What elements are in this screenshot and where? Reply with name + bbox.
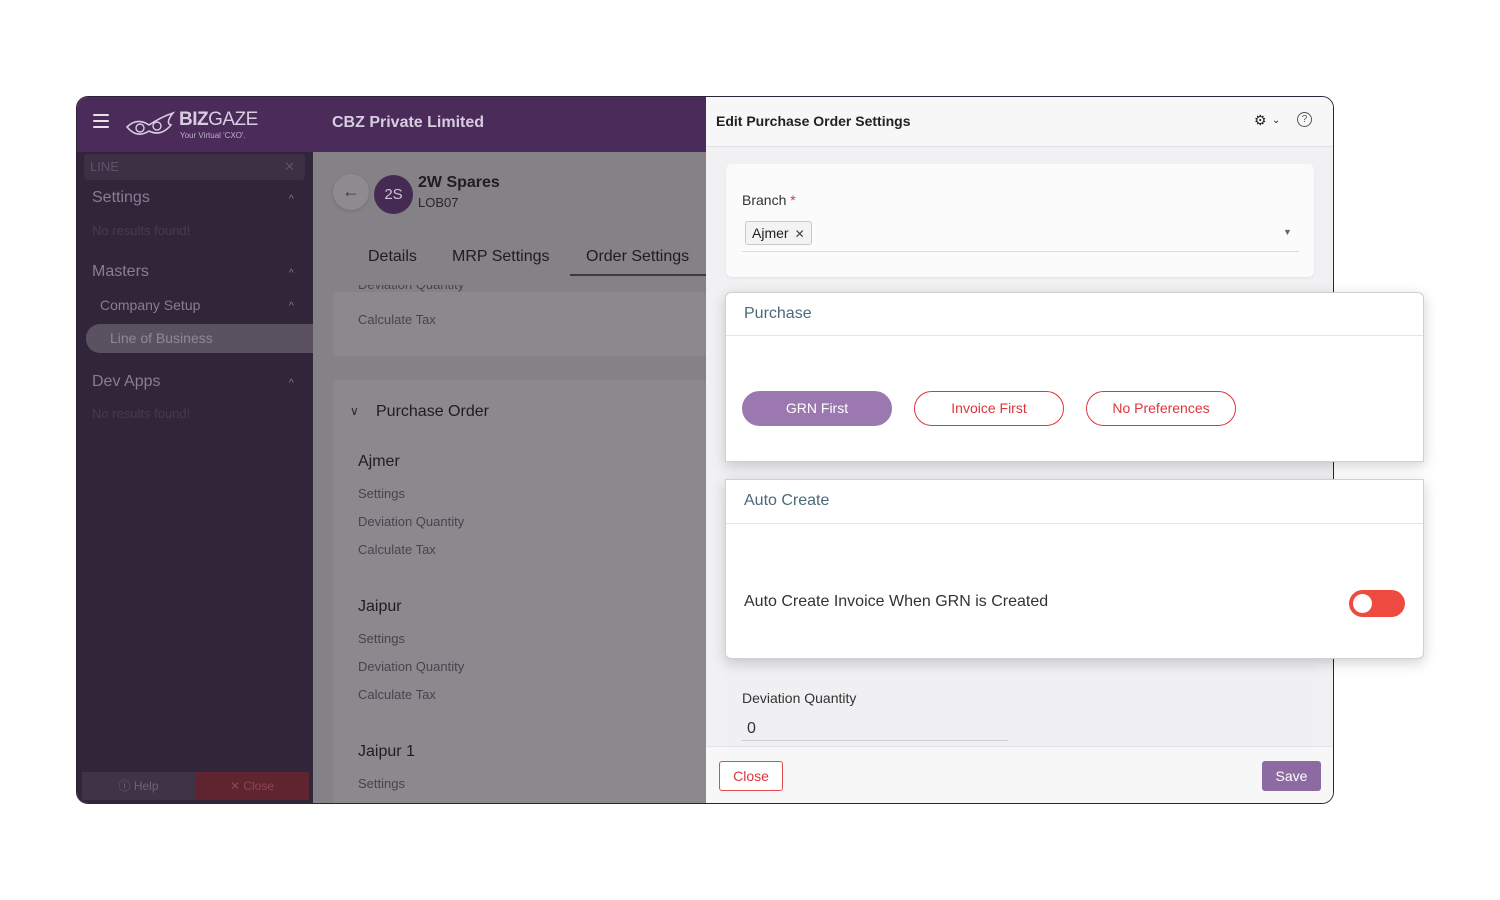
logo-tagline: Your Virtual 'CXO'.: [180, 131, 246, 140]
sidebar-search-input[interactable]: LINE ✕: [84, 154, 305, 180]
avatar: 2S: [374, 175, 413, 214]
panel-header: Edit Purchase Order Settings ⚙ ⌄ ?: [706, 97, 1333, 147]
help-icon[interactable]: ?: [1297, 112, 1312, 127]
tab-order-settings[interactable]: Order Settings: [586, 248, 689, 266]
chevron-up-icon[interactable]: ^: [289, 301, 294, 312]
clear-search-icon[interactable]: ✕: [284, 159, 295, 175]
branch-label: Branch *: [742, 192, 796, 208]
hamburger-icon[interactable]: [93, 114, 109, 128]
divider: [726, 523, 1423, 524]
branch-name: Jaipur 1: [358, 743, 415, 760]
panel-title: Edit Purchase Order Settings: [716, 113, 911, 129]
dropdown-caret-icon[interactable]: ▼: [1283, 227, 1292, 237]
deviation-quantity-label: Deviation Quantity: [742, 690, 857, 706]
active-tab-indicator: [570, 274, 706, 276]
app-header: BIZGAZE Your Virtual 'CXO'. CBZ Private …: [77, 97, 706, 152]
sidebar-item-line-of-business[interactable]: Line of Business: [86, 324, 313, 353]
no-preferences-button[interactable]: No Preferences: [1086, 391, 1236, 426]
sidebar-section-dev-apps[interactable]: Dev Apps: [92, 373, 160, 391]
auto-create-title: Auto Create: [744, 492, 830, 509]
remove-chip-icon[interactable]: ✕: [795, 227, 805, 241]
field-underline: [742, 740, 1008, 741]
sidebar-section-settings[interactable]: Settings: [92, 189, 150, 207]
sidebar: LINE ✕ Settings ^ No results found! Mast…: [77, 152, 313, 803]
entity-name: 2W Spares: [418, 174, 500, 191]
close-button[interactable]: ✕ Close: [195, 772, 309, 800]
list-item: Deviation Quantity: [358, 659, 465, 674]
invoice-first-button[interactable]: Invoice First: [914, 391, 1064, 426]
section-title[interactable]: Purchase Order: [376, 403, 489, 421]
list-item: Settings: [358, 486, 405, 501]
sidebar-item-label: Line of Business: [110, 330, 213, 346]
toggle-knob: [1353, 594, 1372, 613]
branch-name: Ajmer: [358, 453, 400, 470]
deviation-quantity-section: Deviation Quantity 0: [726, 652, 1314, 747]
deviation-quantity-input[interactable]: 0: [747, 720, 756, 738]
tab-mrp-settings[interactable]: MRP Settings: [452, 248, 550, 266]
settings-card: Deviation Quantity Calculate Tax: [333, 285, 706, 356]
sidebar-section-masters[interactable]: Masters: [92, 263, 149, 281]
auto-create-invoice-label: Auto Create Invoice When GRN is Created: [744, 593, 1049, 610]
chevron-down-icon[interactable]: ⌄: [1272, 115, 1280, 126]
list-item: Calculate Tax: [358, 687, 436, 702]
divider: [726, 335, 1423, 336]
purchase-title: Purchase: [744, 305, 812, 322]
branch-card: Branch * Ajmer ✕ ▼: [726, 164, 1314, 277]
sidebar-empty-message: No results found!: [92, 223, 191, 238]
sidebar-empty-message: No results found!: [92, 406, 191, 421]
tab-details[interactable]: Details: [368, 248, 417, 266]
auto-create-popup: Auto Create Auto Create Invoice When GRN…: [725, 479, 1424, 659]
chevron-up-icon[interactable]: ^: [289, 378, 294, 389]
list-item: Settings: [358, 631, 405, 646]
back-arrow-icon[interactable]: ←: [333, 174, 369, 210]
purchase-order-card: ∨ Purchase Order Ajmer Settings Deviatio…: [333, 380, 706, 803]
save-button[interactable]: Save: [1262, 761, 1321, 791]
owl-logo-icon: [125, 111, 176, 135]
logo-wordmark: BIZGAZE: [179, 109, 258, 130]
sidebar-search-value: LINE: [90, 159, 119, 174]
branch-chip[interactable]: Ajmer ✕: [745, 221, 812, 245]
company-name: CBZ Private Limited: [332, 114, 485, 131]
field-underline: [742, 251, 1299, 252]
chevron-down-icon[interactable]: ∨: [350, 404, 359, 418]
list-item: Settings: [358, 776, 405, 791]
auto-create-invoice-toggle[interactable]: [1349, 590, 1405, 617]
gear-icon[interactable]: ⚙: [1254, 112, 1267, 129]
field-label: Deviation Quantity: [358, 285, 464, 295]
list-item: Deviation Quantity: [358, 514, 465, 529]
grn-first-button[interactable]: GRN First: [742, 391, 892, 426]
logo: BIZGAZE Your Virtual 'CXO'.: [125, 107, 275, 143]
list-item: Calculate Tax: [358, 542, 436, 557]
chevron-up-icon[interactable]: ^: [289, 268, 294, 279]
main-content: ← 2S 2W Spares LOB07 Details MRP Setting…: [313, 152, 706, 803]
entity-code: LOB07: [418, 195, 459, 210]
purchase-preference-popup: Purchase GRN First Invoice First No Pref…: [725, 292, 1424, 462]
chevron-up-icon[interactable]: ^: [289, 194, 294, 205]
field-label: Calculate Tax: [358, 312, 436, 327]
help-button[interactable]: ⓘ Help: [82, 772, 195, 800]
panel-footer: Close Save: [706, 746, 1333, 803]
sidebar-item-company-setup[interactable]: Company Setup: [100, 297, 200, 313]
branch-name: Jaipur: [358, 598, 402, 615]
close-button[interactable]: Close: [719, 761, 783, 791]
